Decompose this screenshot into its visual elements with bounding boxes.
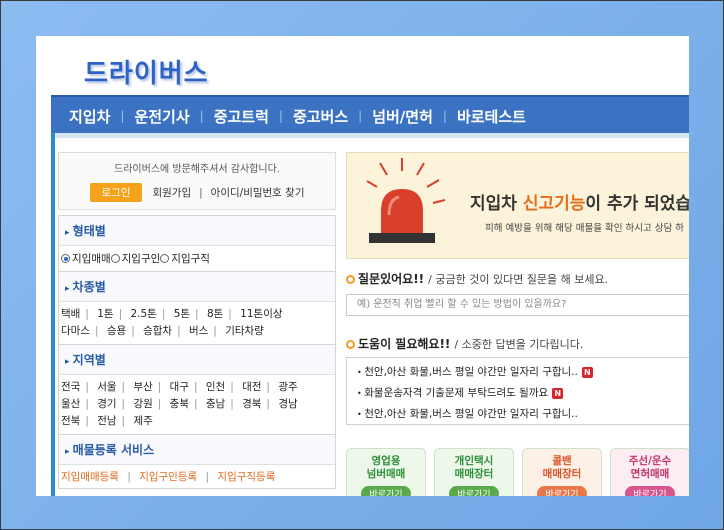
- vehicle-section-title: 차종별: [59, 272, 335, 302]
- region-tag[interactable]: 전북: [61, 413, 80, 430]
- register-link[interactable]: 지입매매등록: [61, 471, 119, 483]
- vehicle-tag[interactable]: 8톤: [207, 306, 223, 323]
- region-tag[interactable]: 경기: [97, 396, 116, 413]
- question-input[interactable]: 예) 운전직 취업 빨리 할 수 있는 방법이 있을까요?: [346, 294, 689, 316]
- vehicle-tag[interactable]: 기타차량: [225, 323, 264, 340]
- region-tag[interactable]: 대구: [170, 379, 189, 396]
- site-logo[interactable]: 드라이버스: [84, 53, 209, 90]
- radio-jiip-hire[interactable]: 지입구인: [110, 251, 160, 266]
- nav-separator: |: [120, 109, 125, 123]
- left-panel: 드라이버스에 방문해주셔서 감사합니다. 로그인 회원가입 | 아이디/비밀번호…: [58, 152, 336, 496]
- region-tag[interactable]: 대전: [242, 379, 261, 396]
- signup-link[interactable]: 회원가입: [152, 185, 191, 200]
- region-tag[interactable]: 서울: [97, 379, 116, 396]
- nav-item-driver[interactable]: 운전기사: [134, 106, 189, 127]
- vehicle-tag[interactable]: 승용: [107, 323, 126, 340]
- radio-checked-icon: [61, 254, 70, 263]
- card-number-trade[interactable]: 영업용 넘버매매 바로가기: [346, 448, 426, 496]
- circle-bullet-icon: [346, 340, 355, 349]
- nav-separator: |: [358, 109, 363, 123]
- vehicle-tag[interactable]: 2.5톤: [130, 306, 156, 323]
- subnav-bar: [51, 133, 689, 138]
- login-button[interactable]: 로그인: [89, 183, 143, 202]
- notice-banner[interactable]: 지입차 신고기능이 추가 되었습 피해 예방을 위해 해당 매물을 확인 하시고…: [346, 152, 689, 259]
- region-tag[interactable]: 경남: [278, 396, 297, 413]
- region-tag[interactable]: 인천: [206, 379, 225, 396]
- region-tag[interactable]: 전남: [97, 413, 116, 430]
- region-tag[interactable]: 부산: [133, 379, 152, 396]
- nav-separator: |: [442, 109, 447, 123]
- window-frame: 드라이버스 지입차 | 운전기사 | 중고트럭 | 중고버스 | 넘버/면허 |…: [0, 0, 724, 530]
- region-tag[interactable]: 전국: [61, 379, 80, 396]
- type-section: 형태별 지입매매 지입구인 지입구직: [58, 215, 336, 272]
- welcome-text: 드라이버스에 방문해주셔서 감사합니다.: [114, 164, 280, 175]
- register-link[interactable]: 지입구인등록: [139, 471, 197, 483]
- find-account-link[interactable]: 아이디/비밀번호 찾기: [211, 185, 305, 200]
- registration-section-title: 매물등록 서비스: [59, 435, 335, 465]
- help-list: 천안,아산 화물,버스 평일 야간만 일자리 구합니..N 화물운송자격 기출문…: [346, 357, 689, 425]
- vehicle-tag[interactable]: 5톤: [174, 306, 190, 323]
- circle-bullet-icon: [346, 275, 355, 284]
- web-page: 드라이버스 지입차 | 운전기사 | 중고트럭 | 중고버스 | 넘버/면허 |…: [36, 36, 689, 496]
- region-tag[interactable]: 충북: [170, 396, 189, 413]
- login-box: 드라이버스에 방문해주셔서 감사합니다. 로그인 회원가입 | 아이디/비밀번호…: [58, 152, 336, 210]
- vehicle-tag[interactable]: 택배: [61, 306, 80, 323]
- register-link[interactable]: 지입구직등록: [217, 471, 275, 483]
- card-callvan-market[interactable]: 콜밴 매매장터 바로가기: [522, 448, 602, 496]
- siren-icon: [366, 158, 446, 243]
- question-title: 질문있어요!! / 궁금한 것이 있다면 질문을 해 보세요.: [346, 270, 608, 287]
- type-section-title: 형태별: [59, 216, 335, 246]
- vehicle-tag[interactable]: 버스: [189, 323, 208, 340]
- go-button[interactable]: 바로가기: [449, 486, 499, 496]
- region-section: 지역별 전국| 서울| 부산| 대구| 인천| 대전| 광주 울산| 경기|: [58, 344, 336, 435]
- nav-separator: |: [199, 109, 204, 123]
- region-tag[interactable]: 충남: [206, 396, 225, 413]
- list-item[interactable]: 화물운송자격 기출문제 부탁드려도 될까요N: [357, 383, 689, 404]
- vehicle-section: 차종별 택배| 1톤| 2.5톤| 5톤| 8톤| 11톤이상 다마스| 승용|…: [58, 271, 336, 345]
- nav-item-license[interactable]: 넘버/면허: [372, 106, 433, 127]
- divider: |: [199, 186, 203, 199]
- new-badge: N: [552, 388, 564, 399]
- vehicle-tag[interactable]: 1톤: [97, 306, 113, 323]
- region-tag[interactable]: 광주: [278, 379, 297, 396]
- service-cards: 영업용 넘버매매 바로가기 개인택시 매매장터 바로가기 콜밴 매매장터 바로가기 주…: [346, 448, 689, 496]
- nav-item-used-bus[interactable]: 중고버스: [293, 106, 348, 127]
- list-item[interactable]: 천안,아산 화물,버스 평일 야간만 일자리 구합니..: [357, 404, 689, 425]
- radio-empty-icon: [110, 254, 120, 263]
- banner-headline: 지입차 신고기능이 추가 되었습: [470, 194, 689, 214]
- right-panel: 지입차 신고기능이 추가 되었습 피해 예방을 위해 해당 매물을 확인 하시고…: [346, 152, 689, 496]
- radio-jiip-sale[interactable]: 지입매매: [61, 251, 111, 266]
- go-button[interactable]: 바로가기: [537, 486, 587, 496]
- region-tag[interactable]: 제주: [133, 413, 152, 430]
- left-accent-strip: [51, 133, 55, 496]
- region-section-title: 지역별: [59, 345, 335, 375]
- banner-subtext: 피해 예방을 위해 해당 매물을 확인 하시고 상담 하: [485, 223, 684, 234]
- region-tag[interactable]: 경북: [242, 396, 261, 413]
- main-nav: 지입차 | 운전기사 | 중고트럭 | 중고버스 | 넘버/면허 | 바로테스트: [51, 95, 689, 135]
- card-license-trade[interactable]: 주선/운수 면허매매 바로가기: [610, 448, 689, 496]
- registration-section: 매물등록 서비스 지입매매등록 | 지입구인등록 | 지입구직등록: [58, 434, 336, 489]
- new-badge: N: [581, 367, 593, 378]
- radio-empty-icon: [160, 254, 170, 263]
- region-tag[interactable]: 울산: [61, 396, 80, 413]
- vehicle-tag[interactable]: 승합차: [143, 323, 172, 340]
- go-button[interactable]: 바로가기: [361, 486, 411, 496]
- nav-item-used-truck[interactable]: 중고트럭: [214, 106, 269, 127]
- help-title: 도움이 필요해요!! / 소중한 답변을 기다립니다.: [346, 335, 583, 352]
- go-button[interactable]: 바로가기: [625, 486, 675, 496]
- card-taxi-market[interactable]: 개인택시 매매장터 바로가기: [434, 448, 514, 496]
- list-item[interactable]: 천안,아산 화물,버스 평일 야간만 일자리 구합니..N: [357, 362, 689, 383]
- nav-item-jiip[interactable]: 지입차: [69, 106, 110, 127]
- vehicle-tag[interactable]: 11톤이상: [240, 306, 282, 323]
- radio-jiip-seek[interactable]: 지입구직: [160, 251, 210, 266]
- vehicle-tag[interactable]: 다마스: [61, 323, 90, 340]
- nav-item-test[interactable]: 바로테스트: [457, 106, 526, 127]
- nav-separator: |: [278, 109, 283, 123]
- region-tag[interactable]: 강원: [133, 396, 152, 413]
